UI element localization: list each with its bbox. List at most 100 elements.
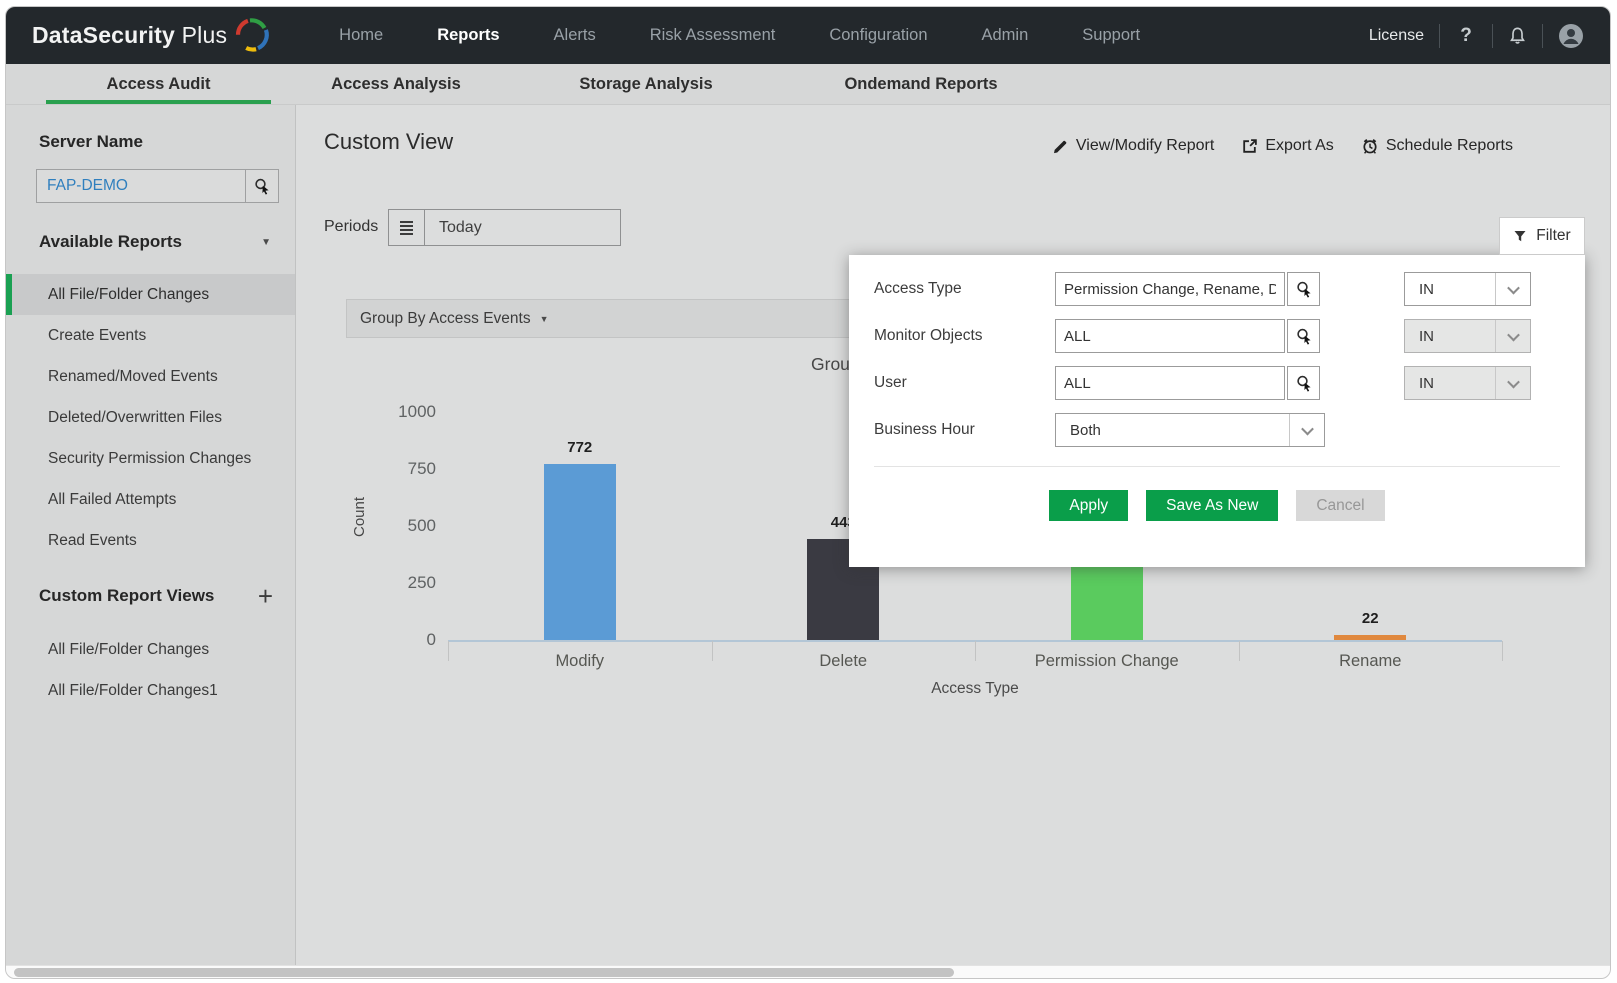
select-value: Both (1056, 422, 1289, 439)
filter-button[interactable]: Filter (1499, 217, 1585, 255)
x-axis-label: Access Type (448, 680, 1502, 698)
main-menu: Home Reports Alerts Risk Assessment Configur… (339, 26, 1140, 45)
custom-views-list: All File/Folder ChangesAll File/Folder C… (6, 629, 295, 711)
filter-button-label: Filter (1536, 227, 1570, 245)
filter-value-input-monitor-objects[interactable] (1055, 319, 1285, 353)
server-name-label: Server Name (39, 132, 143, 152)
custom-report-views-header[interactable]: Custom Report Views + (39, 586, 273, 606)
save-as-new-button[interactable]: Save As New (1146, 490, 1278, 521)
operator-dropdown-monitor-objects[interactable]: IN (1404, 319, 1531, 353)
filter-row-access-type: Access Type IN (849, 272, 1585, 306)
sidebar-custom-view-all-file-folder-changes[interactable]: All File/Folder Changes (6, 629, 295, 670)
chevron-glyph (1507, 281, 1520, 294)
filter-row-label: Monitor Objects (874, 327, 1049, 345)
filter-value-group (1055, 272, 1320, 306)
nav-item-admin[interactable]: Admin (982, 26, 1029, 45)
filter-row-label: User (874, 374, 1049, 392)
brand-swirl-icon (227, 10, 277, 60)
category-label-modify: Modify (448, 652, 712, 671)
y-tick-750: 750 (356, 459, 436, 479)
collapse-triangle-icon: ▼ (261, 237, 271, 248)
nav-item-support[interactable]: Support (1082, 26, 1140, 45)
app-window: DataSecurity Plus Home Reports Alerts Risk … (5, 6, 1611, 979)
magnifier-picker-icon[interactable] (1287, 272, 1320, 306)
chevron-down-icon (1495, 367, 1530, 399)
tab-access-audit[interactable]: Access Audit (46, 64, 271, 104)
filter-row-label: Access Type (874, 280, 1049, 298)
nav-item-configuration[interactable]: Configuration (829, 26, 927, 45)
category-label-permission-change: Permission Change (975, 652, 1239, 671)
nav-item-risk-assessment[interactable]: Risk Assessment (650, 26, 776, 45)
nav-item-reports[interactable]: Reports (437, 26, 499, 45)
sidebar-custom-view-all-file-folder-changes1[interactable]: All File/Folder Changes1 (6, 670, 295, 711)
apply-button[interactable]: Apply (1049, 490, 1128, 521)
bar-value-rename: 22 (1330, 610, 1410, 627)
operator-value: IN (1405, 281, 1495, 298)
sidebar-report-renamed-moved-events[interactable]: Renamed/Moved Events (6, 356, 295, 397)
sidebar: Server Name Available Reports ▼ All File… (6, 105, 296, 965)
server-name-input[interactable] (36, 169, 246, 203)
custom-report-views-label: Custom Report Views (39, 586, 214, 606)
filter-row-monitor-objects: Monitor Objects IN (849, 319, 1585, 353)
top-navigation: DataSecurity Plus Home Reports Alerts Risk … (6, 7, 1610, 64)
filter-value-input-access-type[interactable] (1055, 272, 1285, 306)
bar-modify (544, 464, 616, 640)
horizontal-scrollbar-thumb[interactable] (14, 968, 954, 977)
available-reports-label: Available Reports (39, 232, 182, 252)
x-axis-tick (1502, 641, 1503, 661)
nav-item-alerts[interactable]: Alerts (554, 26, 596, 45)
y-tick-250: 250 (356, 573, 436, 593)
y-tick-500: 500 (356, 516, 436, 536)
chevron-glyph (1301, 422, 1314, 435)
operator-dropdown-user[interactable]: IN (1404, 366, 1531, 400)
tab-storage-analysis[interactable]: Storage Analysis (521, 64, 771, 104)
y-tick-1000: 1000 (356, 402, 436, 422)
category-label-rename: Rename (1239, 652, 1503, 671)
brand-logo-link[interactable]: DataSecurity Plus (32, 15, 273, 57)
filter-value-group (1055, 319, 1320, 353)
category-label-delete: Delete (712, 652, 976, 671)
nav-item-home[interactable]: Home (339, 26, 383, 45)
divider (874, 466, 1560, 467)
select-business-hour[interactable]: Both (1055, 413, 1325, 447)
filter-panel: ApplySave As NewCancel Access TypeINMoni… (849, 255, 1585, 567)
sidebar-report-security-permission-changes[interactable]: Security Permission Changes (6, 438, 295, 479)
notifications-bell-icon[interactable] (1508, 26, 1527, 45)
divider (1542, 24, 1543, 48)
help-icon[interactable]: ? (1455, 25, 1477, 47)
magnifier-picker-icon[interactable] (1287, 319, 1320, 353)
add-custom-view-icon[interactable]: + (258, 586, 273, 606)
license-link[interactable]: License (1369, 27, 1424, 45)
filter-value-input-user[interactable] (1055, 366, 1285, 400)
available-reports-header[interactable]: Available Reports ▼ (39, 232, 271, 252)
filter-row-label: Business Hour (874, 421, 1049, 439)
chevron-down-icon (1495, 273, 1530, 305)
bar-value-modify: 772 (540, 439, 620, 456)
operator-value: IN (1405, 328, 1495, 345)
divider (1492, 24, 1493, 48)
main-content: Custom View View/Modify ReportExport AsS… (296, 105, 1610, 965)
sidebar-report-deleted-overwritten-files[interactable]: Deleted/Overwritten Files (6, 397, 295, 438)
sidebar-report-all-failed-attempts[interactable]: All Failed Attempts (6, 479, 295, 520)
server-picker-button[interactable] (246, 169, 279, 203)
user-avatar[interactable] (1558, 23, 1584, 49)
brand-name: DataSecurity Plus (32, 22, 227, 49)
chevron-down-icon (1495, 320, 1530, 352)
chevron-glyph (1507, 375, 1520, 388)
sidebar-report-create-events[interactable]: Create Events (6, 315, 295, 356)
filter-row-user: User IN (849, 366, 1585, 400)
sidebar-report-all-file-folder-changes[interactable]: All File/Folder Changes (6, 274, 295, 315)
cancel-button[interactable]: Cancel (1296, 490, 1384, 521)
y-tick-0: 0 (356, 630, 436, 650)
operator-dropdown-access-type[interactable]: IN (1404, 272, 1531, 306)
tab-access-analysis[interactable]: Access Analysis (271, 64, 521, 104)
magnifier-picker-icon[interactable] (1287, 366, 1320, 400)
bar-rename (1334, 635, 1406, 640)
filter-panel-buttons: Apply Save As New Cancel (849, 490, 1585, 521)
tab-ondemand-reports[interactable]: Ondemand Reports (771, 64, 1071, 104)
available-reports-list: All File/Folder ChangesCreate EventsRena… (6, 274, 295, 561)
horizontal-scrollbar (6, 965, 1610, 978)
chevron-down-icon (1289, 414, 1324, 446)
topnav-utilities: License ? (1369, 23, 1584, 49)
sidebar-report-read-events[interactable]: Read Events (6, 520, 295, 561)
